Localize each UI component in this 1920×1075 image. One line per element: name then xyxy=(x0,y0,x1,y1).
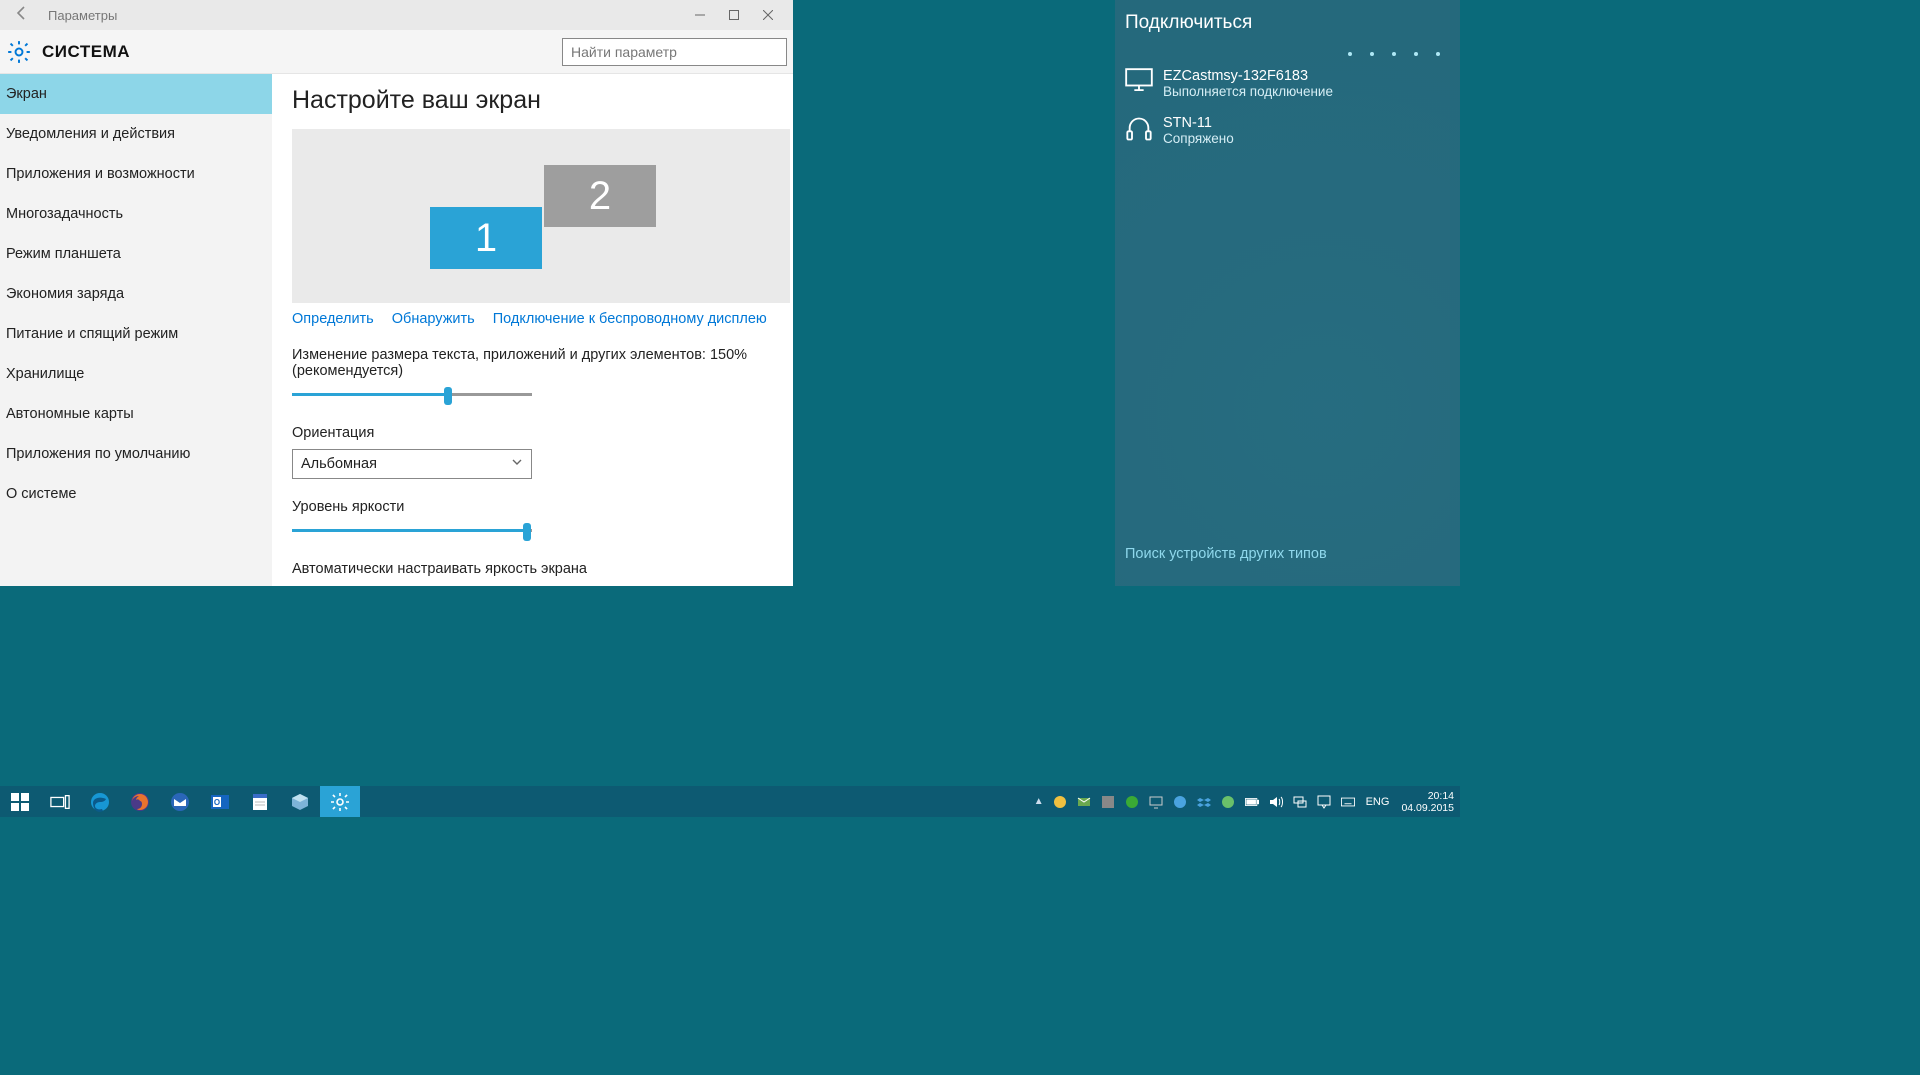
notepad-icon[interactable] xyxy=(240,786,280,817)
sidebar-item-storage[interactable]: Хранилище xyxy=(0,354,272,394)
scale-label: Изменение размера текста, приложений и д… xyxy=(292,347,793,379)
scale-slider[interactable] xyxy=(292,385,532,405)
battery-icon[interactable] xyxy=(1243,793,1261,811)
settings-taskbar-button[interactable] xyxy=(320,786,360,817)
sidebar-item-label: Питание и спящий режим xyxy=(6,326,178,342)
sidebar-item-power-sleep[interactable]: Питание и спящий режим xyxy=(0,314,272,354)
orientation-select[interactable]: Альбомная xyxy=(292,449,532,479)
titlebar: Параметры xyxy=(0,0,793,30)
svg-text:O: O xyxy=(214,798,220,807)
search-input[interactable] xyxy=(563,44,786,60)
monitor-2[interactable]: 2 xyxy=(544,165,656,227)
section-title: СИСТЕМА xyxy=(42,42,562,62)
firefox-icon[interactable] xyxy=(120,786,160,817)
device-row[interactable]: STN-11 Сопряжено xyxy=(1125,107,1450,154)
sidebar-item-label: Приложения по умолчанию xyxy=(6,446,190,462)
virtualbox-icon[interactable] xyxy=(280,786,320,817)
sidebar-item-label: О системе xyxy=(6,486,76,502)
sidebar-item-battery-saver[interactable]: Экономия заряда xyxy=(0,274,272,314)
tray-monitor-icon[interactable] xyxy=(1147,793,1165,811)
page-heading: Настройте ваш экран xyxy=(292,86,793,115)
clock-date: 04.09.2015 xyxy=(1401,802,1454,814)
tray-app-icon[interactable] xyxy=(1123,793,1141,811)
sidebar-item-default-apps[interactable]: Приложения по умолчанию xyxy=(0,434,272,474)
window-title: Параметры xyxy=(48,8,683,23)
sidebar-item-label: Хранилище xyxy=(6,366,84,382)
tray-app-icon[interactable] xyxy=(1219,793,1237,811)
keyboard-icon[interactable] xyxy=(1339,793,1357,811)
sidebar-item-label: Экран xyxy=(6,86,47,102)
device-status: Сопряжено xyxy=(1163,131,1234,146)
sidebar-item-label: Режим планшета xyxy=(6,246,121,262)
clock-time: 20:14 xyxy=(1401,790,1454,802)
clock[interactable]: 20:14 04.09.2015 xyxy=(1401,790,1454,814)
display-link-row: Определить Обнаружить Подключение к бесп… xyxy=(292,311,793,327)
main-panel: Настройте ваш экран 2 1 Определить Обнар… xyxy=(272,74,793,586)
sidebar-item-label: Уведомления и действия xyxy=(6,126,175,142)
chevron-down-icon xyxy=(511,456,523,472)
brightness-slider[interactable] xyxy=(292,521,532,541)
language-indicator[interactable]: ENG xyxy=(1366,796,1390,808)
display-icon xyxy=(1125,68,1153,90)
monitor-1[interactable]: 1 xyxy=(430,207,542,269)
device-status: Выполняется подключение xyxy=(1163,84,1333,99)
action-center-icon[interactable] xyxy=(1315,793,1333,811)
sidebar-item-label: Приложения и возможности xyxy=(6,166,195,182)
sidebar-item-offline-maps[interactable]: Автономные карты xyxy=(0,394,272,434)
sidebar: Экран Уведомления и действия Приложения … xyxy=(0,74,272,586)
identify-link[interactable]: Определить xyxy=(292,311,374,327)
tray-overflow-icon[interactable]: ▲ xyxy=(1034,796,1044,807)
connect-title: Подключиться xyxy=(1125,12,1450,34)
task-view-button[interactable] xyxy=(40,786,80,817)
search-box[interactable] xyxy=(562,38,787,66)
device-name: EZCastmsy-132F6183 xyxy=(1163,68,1333,84)
device-row[interactable]: EZCastmsy-132F6183 Выполняется подключен… xyxy=(1125,60,1450,107)
start-button[interactable] xyxy=(0,786,40,817)
taskbar-right: ▲ ENG 20:14 04.09.2015 xyxy=(1034,786,1460,817)
network-icon[interactable] xyxy=(1291,793,1309,811)
sidebar-item-display[interactable]: Экран xyxy=(0,74,272,114)
brightness-label: Уровень яркости xyxy=(292,499,793,515)
taskbar: O ▲ ENG 20:14 04.09.2015 xyxy=(0,786,1460,817)
sidebar-item-label: Многозадачность xyxy=(6,206,123,222)
outlook-icon[interactable]: O xyxy=(200,786,240,817)
tray-mail-icon[interactable] xyxy=(1075,793,1093,811)
detect-link[interactable]: Обнаружить xyxy=(392,311,475,327)
tray-app-icon[interactable] xyxy=(1171,793,1189,811)
connect-panel: Подключиться EZCastmsy-132F6183 Выполняе… xyxy=(1115,0,1460,586)
sidebar-item-tablet-mode[interactable]: Режим планшета xyxy=(0,234,272,274)
tray-app-icon[interactable] xyxy=(1051,793,1069,811)
sidebar-item-apps-features[interactable]: Приложения и возможности xyxy=(0,154,272,194)
edge-icon[interactable] xyxy=(80,786,120,817)
sidebar-item-label: Автономные карты xyxy=(6,406,134,422)
headphones-icon xyxy=(1125,115,1153,137)
settings-window: Параметры СИСТЕМА Экран Уведомления и де… xyxy=(0,0,793,586)
sidebar-item-label: Экономия заряда xyxy=(6,286,124,302)
thunderbird-icon[interactable] xyxy=(160,786,200,817)
monitor-preview[interactable]: 2 1 xyxy=(292,129,790,303)
progress-dots-icon xyxy=(1125,52,1440,56)
volume-icon[interactable] xyxy=(1267,793,1285,811)
back-button[interactable] xyxy=(8,5,36,26)
header-row: СИСТЕМА xyxy=(0,30,793,74)
minimize-button[interactable] xyxy=(683,3,717,27)
gear-icon xyxy=(6,39,32,65)
maximize-button[interactable] xyxy=(717,3,751,27)
tray-app-icon[interactable] xyxy=(1099,793,1117,811)
wireless-display-link[interactable]: Подключение к беспроводному дисплею xyxy=(493,311,767,327)
orientation-label: Ориентация xyxy=(292,425,793,441)
auto-brightness-label: Автоматически настраивать яркость экрана xyxy=(292,561,793,577)
close-button[interactable] xyxy=(751,3,785,27)
sidebar-item-multitasking[interactable]: Многозадачность xyxy=(0,194,272,234)
sidebar-item-about[interactable]: О системе xyxy=(0,474,272,514)
search-other-devices-link[interactable]: Поиск устройств других типов xyxy=(1125,546,1327,562)
tray-dropbox-icon[interactable] xyxy=(1195,793,1213,811)
orientation-value: Альбомная xyxy=(301,456,377,472)
device-name: STN-11 xyxy=(1163,115,1234,131)
content-row: Экран Уведомления и действия Приложения … xyxy=(0,74,793,586)
sidebar-item-notifications[interactable]: Уведомления и действия xyxy=(0,114,272,154)
taskbar-left: O xyxy=(0,786,360,817)
